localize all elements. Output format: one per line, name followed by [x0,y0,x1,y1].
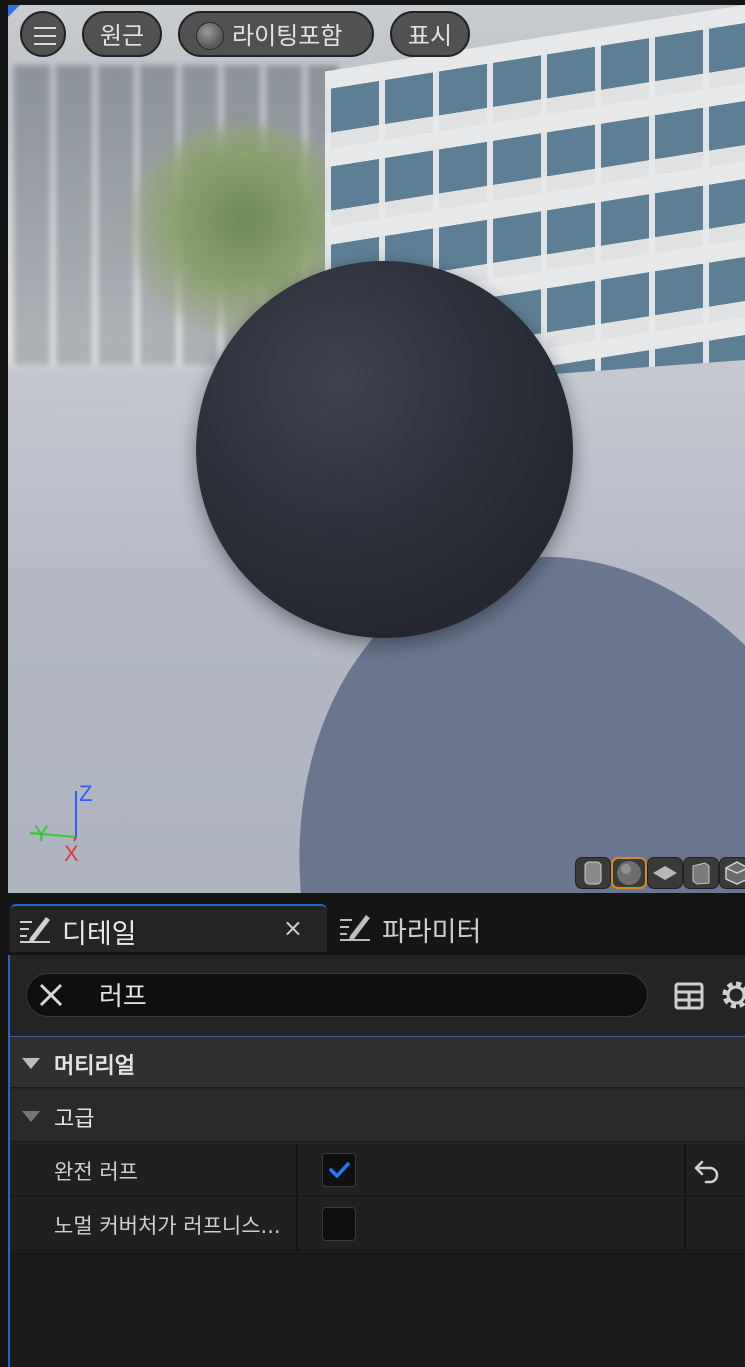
hamburger-icon [34,27,56,51]
category-material[interactable]: 머티리얼 [10,1036,745,1088]
property-matrix-icon[interactable] [674,981,704,1011]
tab-details[interactable]: 디테일 × [10,904,327,952]
category-advanced-label: 고급 [54,1107,95,1132]
show-button[interactable]: 표시 [390,11,470,57]
property-name: 노멀 커버처가 러프니스... [54,1214,281,1238]
normal-curvature-checkbox[interactable] [322,1207,356,1241]
reset-to-default-icon[interactable] [692,1156,722,1184]
pencil-edit-icon [20,917,50,943]
property-row-fully-rough: 완전 러프 [10,1144,745,1197]
x-axis-label: X [64,841,79,866]
details-panel: 러프 머티리얼 고급 완전 러프 노멀 커버처가 러프니스... [8,955,745,1367]
search-value: 러프 [99,982,147,1012]
plane-icon [653,866,677,880]
category-material-label: 머티리얼 [54,1054,135,1079]
cube-preview-button[interactable] [683,857,719,889]
tab-parameters[interactable]: 파라미터 [330,904,530,950]
column-divider [296,1144,298,1196]
cylinder-preview-button[interactable] [575,857,611,889]
viewport-focus-corner [8,5,20,17]
lit-mode-label: 라이팅포함 [232,22,343,50]
tab-parameters-label: 파라미터 [382,917,482,948]
cylinder-icon [584,861,602,885]
column-divider [684,1198,686,1250]
category-advanced[interactable]: 고급 [10,1090,745,1142]
expand-triangle-icon [22,1058,40,1069]
tab-close-icon[interactable]: × [283,914,303,942]
sphere-preview-button[interactable] [611,857,647,889]
custom-mesh-icon [725,861,745,885]
y-axis-label: Y [34,821,49,846]
lit-sphere-icon [196,22,224,50]
panel-tab-bar: 디테일 × 파라미터 [0,893,745,955]
sphere-icon [617,861,641,885]
property-name: 완전 러프 [54,1160,138,1184]
preview-sphere [196,261,573,638]
cube-icon [692,862,710,885]
lit-mode-button[interactable]: 라이팅포함 [178,11,374,57]
preview-shape-toolbar [575,857,745,891]
column-divider [684,1144,686,1196]
plane-preview-button[interactable] [647,857,683,889]
property-row-normal-curvature: 노멀 커버처가 러프니스... [10,1198,745,1251]
material-preview-viewport[interactable]: 원근 라이팅포함 표시 Z Y X [8,5,745,893]
perspective-button[interactable]: 원근 [82,11,162,57]
axis-gizmo: Z Y X [29,781,92,866]
expand-triangle-icon [22,1111,40,1122]
custom-mesh-preview-button[interactable] [719,857,745,889]
pencil-edit-icon [340,915,370,941]
search-input[interactable]: 러프 [26,973,648,1017]
checkmark-icon [329,1162,350,1178]
panel-empty-area [10,1252,745,1367]
column-divider [296,1198,298,1250]
tab-details-label: 디테일 [62,919,137,950]
search-row: 러프 [10,955,745,1035]
z-axis-label: Z [79,781,92,806]
fully-rough-checkbox[interactable] [322,1153,356,1187]
gear-icon[interactable] [718,977,745,1013]
clear-search-icon[interactable] [37,981,65,1009]
viewport-menu-button[interactable] [20,11,66,57]
